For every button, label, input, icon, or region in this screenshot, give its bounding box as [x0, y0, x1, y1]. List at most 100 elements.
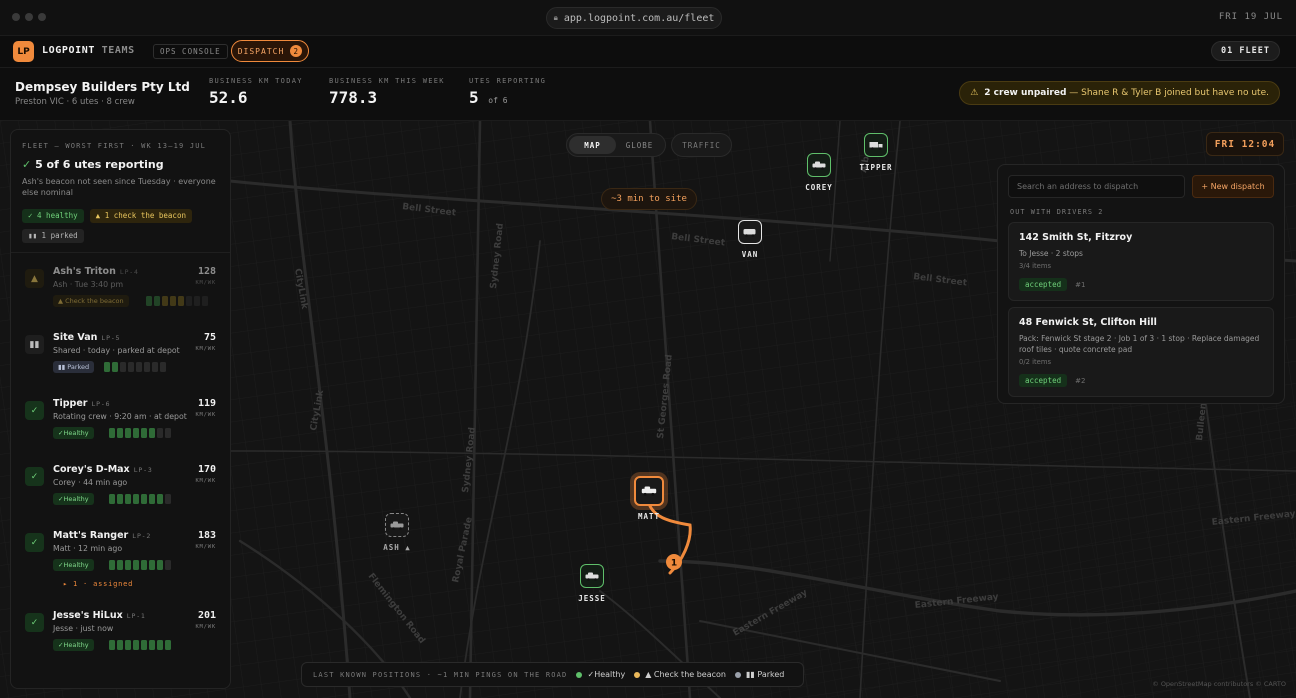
vehicle-marker-ash[interactable]: ASH ▲ — [377, 513, 417, 552]
vehicle-marker-corey[interactable]: COREY — [799, 153, 839, 192]
status-badge: ▲ Check the beacon — [53, 295, 129, 307]
assigned-tag: ▸ 1 · assigned — [63, 580, 134, 588]
dispatch-card[interactable]: 48 Fenwick St, Clifton Hill Pack: Fenwic… — [1008, 307, 1274, 397]
status-badge: ✓Healthy — [53, 639, 94, 651]
status-badge: accepted — [1019, 278, 1068, 291]
stat-km-week: BUSINESS KM THIS WEEK 778.3 — [329, 77, 445, 107]
fleet-selector[interactable]: 01 FLEET — [1211, 41, 1280, 61]
weekly-activity-bars — [109, 428, 171, 438]
vehicle-km: 201 — [197, 610, 216, 621]
status-icon: ✓ — [25, 613, 44, 632]
status-badge: ✓Healthy — [53, 493, 94, 505]
unpaired-crew-warning[interactable]: ⚠ 2 crew unpaired — Shane R & Tyler B jo… — [959, 81, 1280, 105]
company-name: Dempsey Builders Pty Ltd — [15, 80, 190, 94]
weekly-activity-bars — [109, 494, 171, 504]
vehicle-km-unit: KM/WK — [195, 280, 216, 286]
status-badge: ▮▮ Parked — [53, 361, 95, 373]
legend-parked: ▮▮ Parked — [735, 670, 784, 679]
fleet-title: ✓ 5 of 6 utes reporting — [22, 158, 164, 171]
vehicle-code: LP-6 — [91, 400, 111, 408]
status-icon: ▮▮ — [25, 335, 44, 354]
dispatch-card[interactable]: 142 Smith St, Fitzroy To Jesse · 2 stops… — [1008, 222, 1274, 301]
status-icon: ✓ — [25, 533, 44, 552]
vehicle-name: Ash's Triton LP-4 — [53, 266, 139, 277]
vehicle-name: Matt's Ranger LP-2 — [53, 530, 152, 541]
logo[interactable]: LP — [13, 41, 34, 62]
vehicle-sub: Matt · 12 min ago — [53, 544, 123, 553]
fleet-desc: Ash's beacon not seen since Tuesday · ev… — [22, 177, 216, 197]
ute-icon — [580, 564, 604, 588]
fleet-summary: FLEET — WORST FIRST · WK 13–19 JUL ✓ 5 o… — [11, 130, 230, 253]
status-badge: ✓Healthy — [53, 427, 94, 439]
status-icon: ✓ — [25, 401, 44, 420]
status-icon: ▲ — [25, 269, 44, 288]
app-nav: LP LOGPOINT TEAMS OPS CONSOLE DISPATCH 2… — [0, 36, 1296, 68]
vehicle-sub: Ash · Tue 3:40 pm — [53, 280, 124, 289]
chip-healthy[interactable]: ✓ 4 healthy — [22, 209, 84, 223]
vehicle-marker-van[interactable]: VAN — [730, 220, 770, 259]
window-controls[interactable] — [12, 13, 46, 21]
vehicle-km: 170 — [197, 464, 216, 475]
new-dispatch-button[interactable]: + New dispatch — [1192, 175, 1274, 198]
weekly-activity-bars — [109, 640, 171, 650]
status-badge: accepted — [1019, 374, 1068, 387]
vehicle-km-unit: KM/WK — [195, 412, 216, 418]
fleet-panel: FLEET — WORST FIRST · WK 13–19 JUL ✓ 5 o… — [10, 129, 231, 689]
vehicle-sub: Rotating crew · 9:20 am · at depot — [53, 412, 187, 421]
chip-check-beacon[interactable]: ▲ 1 check the beacon — [89, 209, 192, 223]
vehicle-name: Site Van LP-5 — [53, 332, 121, 343]
vehicle-km: 75 — [203, 332, 216, 343]
vehicle-code: LP-5 — [101, 334, 121, 342]
vehicle-row[interactable]: ▮▮ Site Van LP-5 Shared · today · parked at… — [11, 319, 230, 385]
dispatch-panel: + New dispatch OUT WITH DRIVERS 2 142 Sm… — [997, 164, 1285, 404]
vehicle-name: Jesse's HiLux LP-1 — [53, 610, 146, 621]
vehicle-row[interactable]: ✓ Tipper LP-6 Rotating crew · 9:20 am · at … — [11, 385, 230, 451]
vehicle-marker-jesse[interactable]: JESSE — [572, 564, 612, 603]
check-icon: ✓ — [22, 158, 32, 171]
vehicle-row[interactable]: ▲ Ash's Triton LP-4 Ash · Tue 3:40 pm 128 KM/… — [11, 253, 230, 319]
map-clock: FRI 12:04 — [1206, 132, 1284, 156]
vehicle-code: LP-4 — [119, 268, 139, 276]
ute-icon — [385, 513, 409, 537]
weekly-activity-bars — [109, 560, 171, 570]
vehicle-marker-tipper[interactable]: TIPPER — [856, 133, 896, 172]
vehicle-sub: Corey · 44 min ago — [53, 478, 128, 487]
browser-date: FRI 19 JUL — [1218, 12, 1283, 22]
vehicle-km-unit: KM/WK — [195, 544, 216, 550]
fleet-overline: FLEET — WORST FIRST · WK 13–19 JUL — [22, 142, 207, 150]
vehicle-marker-matt[interactable]: MATT — [629, 476, 669, 521]
ops-console-tag[interactable]: OPS CONSOLE — [153, 44, 228, 59]
legend-check-beacon: ▲ Check the beacon — [634, 670, 726, 679]
vehicle-sub: Jesse · just now — [53, 624, 114, 633]
stat-utes-reporting: UTES REPORTING 5 of 6 — [469, 77, 547, 107]
vehicle-list: ▲ Ash's Triton LP-4 Ash · Tue 3:40 pm 128 KM/… — [11, 253, 230, 663]
map-legend: LAST KNOWN POSITIONS · ~1 MIN PINGS ON T… — [301, 662, 804, 687]
map-view-toggle: MAP GLOBE — [566, 133, 666, 157]
vehicle-km: 119 — [197, 398, 216, 409]
vehicle-km-unit: KM/WK — [195, 346, 216, 352]
lock-icon: 🔒︎ — [553, 13, 558, 22]
ute-icon — [807, 153, 831, 177]
vehicle-row[interactable]: ✓ Corey's D-Max LP-3 Corey · 44 min ago 170 K… — [11, 451, 230, 517]
out-with-drivers-label: OUT WITH DRIVERS 2 — [1010, 208, 1104, 216]
stat-km-today: BUSINESS KM TODAY 52.6 — [209, 77, 303, 107]
view-tab-map[interactable]: MAP — [569, 136, 616, 154]
legend-title: LAST KNOWN POSITIONS · ~1 MIN PINGS ON T… — [313, 670, 568, 679]
url-bar[interactable]: 🔒︎ app.logpoint.com.au/fleet — [546, 7, 722, 29]
vehicle-km: 128 — [197, 266, 216, 277]
view-tab-globe[interactable]: GLOBE — [616, 136, 663, 154]
vehicle-km-unit: KM/WK — [195, 478, 216, 484]
dispatch-search-input[interactable] — [1008, 175, 1185, 198]
brand: LOGPOINT TEAMS — [42, 45, 135, 56]
vehicle-km: 183 — [197, 530, 216, 541]
status-badge: ✓Healthy — [53, 559, 94, 571]
chip-parked[interactable]: ▮▮ 1 parked — [22, 229, 84, 243]
vehicle-row[interactable]: ✓ Jesse's HiLux LP-1 Jesse · just now 201 KM/… — [11, 597, 230, 663]
map-attribution[interactable]: © OpenStreetMap contributors © CARTO — [1152, 680, 1286, 688]
dispatch-button[interactable]: DISPATCH 2 — [231, 40, 309, 62]
traffic-toggle[interactable]: TRAFFIC — [671, 133, 732, 157]
vehicle-row[interactable]: ✓ Matt's Ranger LP-2 Matt · 12 min ago 183 KM… — [11, 517, 230, 597]
van-icon — [738, 220, 762, 244]
vehicle-name: Corey's D-Max LP-3 — [53, 464, 153, 475]
weekly-activity-bars — [104, 362, 166, 372]
